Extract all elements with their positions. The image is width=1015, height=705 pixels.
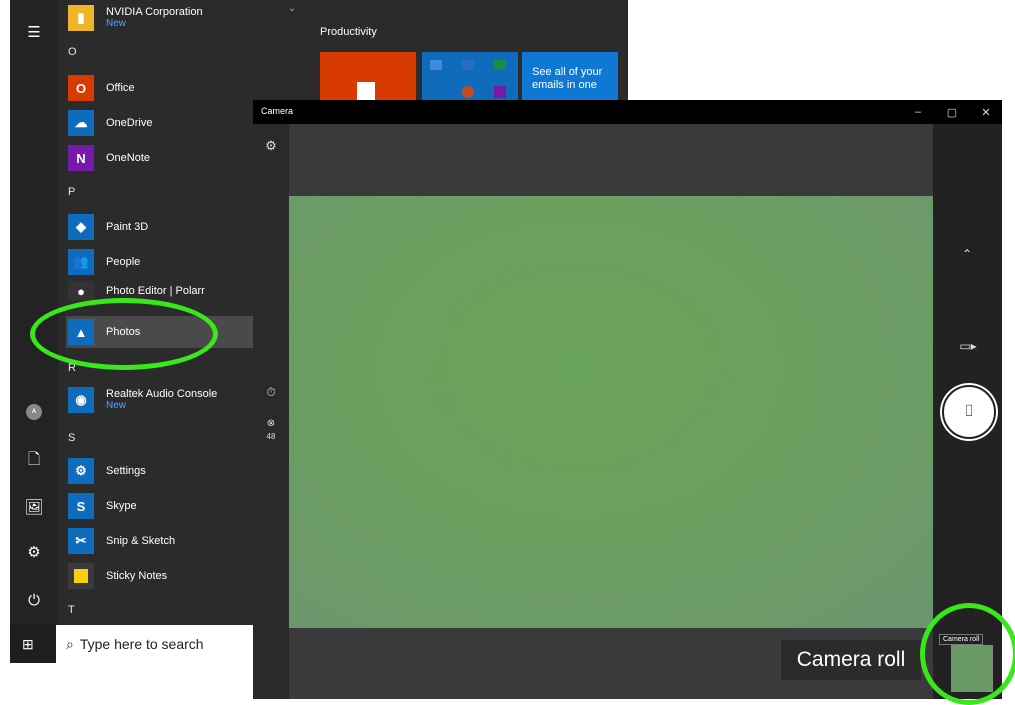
close-icon[interactable]: ✕ bbox=[977, 103, 995, 121]
camera-roll-thumbnail[interactable] bbox=[951, 645, 993, 692]
window-title: Camera bbox=[261, 106, 294, 116]
hamburger-menu-icon[interactable]: ☰ bbox=[22, 20, 46, 44]
app-label: OneNote bbox=[106, 152, 151, 164]
new-badge: New bbox=[106, 400, 127, 411]
letter-header[interactable]: S bbox=[68, 432, 75, 444]
settings-gear-icon[interactable]: ⚙ bbox=[22, 540, 46, 564]
app-label: Paint 3D bbox=[106, 221, 149, 233]
camera-left-toolbar bbox=[253, 124, 289, 699]
app-label: Photos bbox=[106, 326, 141, 338]
camera-window: Camera – ▢ ✕ ⚙ ⏱ ⊗ 48 ⌃ ▭▸ ⌷ Camera roll… bbox=[253, 100, 1002, 699]
chevron-down-icon[interactable]: ⌄ bbox=[288, 3, 296, 14]
app-photo-editor[interactable]: ● Photo Editor | Polarr bbox=[66, 281, 258, 301]
photo-timer-icon[interactable]: ⏱ bbox=[261, 382, 281, 402]
excel-icon bbox=[494, 60, 506, 70]
paint3d-icon: ◆ bbox=[68, 214, 94, 240]
preview-letterbox-top bbox=[289, 124, 933, 196]
office-icon: O bbox=[68, 75, 94, 101]
app-office[interactable]: O Office bbox=[66, 72, 258, 104]
settings-icon: ⚙ bbox=[68, 458, 94, 484]
take-photo-button[interactable]: ⌷ bbox=[942, 385, 996, 439]
letter-header[interactable]: P bbox=[68, 186, 75, 198]
app-onenote[interactable]: N OneNote bbox=[66, 142, 258, 174]
app-settings[interactable]: ⚙ Settings bbox=[66, 455, 258, 487]
powerpoint-icon bbox=[462, 86, 474, 98]
power-icon[interactable]: ⏻ bbox=[22, 588, 46, 612]
app-photos[interactable]: ▲ Photos bbox=[66, 316, 266, 348]
realtek-icon: ◉ bbox=[68, 387, 94, 413]
windows-start-icon[interactable]: ⊞ bbox=[22, 636, 38, 652]
office-apps-tile[interactable] bbox=[422, 52, 518, 100]
app-label: Realtek Audio Console bbox=[106, 388, 218, 400]
app-label: Photo Editor | Polarr bbox=[106, 285, 205, 297]
app-list: ▮ NVIDIA Corporation New O O Office ☁ One… bbox=[58, 0, 266, 625]
camera-roll-tooltip: Camera roll bbox=[939, 634, 984, 645]
letter-header[interactable]: R bbox=[68, 362, 76, 374]
onedrive-icon: ☁ bbox=[68, 110, 94, 136]
start-rail: ☰ ᴬ 🗋 🖼 ⚙ ⏻ bbox=[10, 0, 58, 625]
letter-header[interactable]: O bbox=[68, 46, 77, 58]
camera-roll-label: Camera roll bbox=[781, 640, 921, 680]
camera-icon: ⌷ bbox=[964, 403, 974, 420]
exposure-icon[interactable]: ⊗ bbox=[261, 416, 281, 430]
documents-icon[interactable]: 🗋 bbox=[22, 449, 46, 473]
app-label: NVIDIA Corporation bbox=[106, 6, 203, 18]
video-mode-icon[interactable]: ▭▸ bbox=[957, 336, 979, 356]
app-paint3d[interactable]: ◆ Paint 3D bbox=[66, 211, 258, 243]
office-tile[interactable] bbox=[320, 52, 416, 100]
mail-tile[interactable]: See all of your emails in one bbox=[522, 52, 618, 100]
camera-preview bbox=[289, 196, 933, 628]
people-icon: 👥 bbox=[68, 249, 94, 275]
app-snip-sketch[interactable]: ✂ Snip & Sketch bbox=[66, 525, 258, 557]
search-placeholder[interactable]: Type here to search bbox=[80, 636, 204, 652]
app-nvidia[interactable]: ▮ NVIDIA Corporation New bbox=[66, 2, 258, 34]
nvidia-icon: ▮ bbox=[68, 5, 94, 31]
app-onedrive[interactable]: ☁ OneDrive bbox=[66, 107, 258, 139]
user-avatar-icon[interactable]: ᴬ bbox=[22, 400, 46, 424]
app-label: Skype bbox=[106, 500, 137, 512]
app-sticky-notes[interactable]: Sticky Notes bbox=[66, 560, 258, 592]
app-skype[interactable]: S Skype bbox=[66, 490, 258, 522]
camera-title-bar: Camera – ▢ ✕ bbox=[253, 100, 1002, 124]
app-label: Office bbox=[106, 82, 135, 94]
polarr-icon: ● bbox=[68, 281, 94, 301]
app-label: OneDrive bbox=[106, 117, 153, 129]
word-icon bbox=[462, 60, 474, 70]
tiles-group-header: Productivity bbox=[320, 26, 377, 38]
pictures-icon[interactable]: 🖼 bbox=[22, 495, 46, 519]
app-label: Settings bbox=[106, 465, 146, 477]
snip-sketch-icon: ✂ bbox=[68, 528, 94, 554]
app-label: Snip & Sketch bbox=[106, 535, 176, 547]
onenote-icon: N bbox=[68, 145, 94, 171]
search-icon: ⌕ bbox=[66, 635, 74, 652]
app-label: Sticky Notes bbox=[106, 570, 168, 582]
office-logo-icon bbox=[357, 82, 375, 100]
outlook-icon bbox=[430, 60, 442, 70]
skype-icon: S bbox=[68, 493, 94, 519]
app-realtek[interactable]: ◉ Realtek Audio Console New bbox=[66, 384, 258, 416]
exposure-value: 48 bbox=[266, 431, 276, 441]
search-box[interactable]: ⌕ Type here to search bbox=[56, 625, 256, 663]
chevron-up-icon[interactable]: ⌃ bbox=[957, 244, 977, 264]
letter-header[interactable]: T bbox=[68, 604, 75, 616]
onenote-small-icon bbox=[494, 86, 506, 98]
app-label: People bbox=[106, 256, 141, 268]
sticky-notes-icon bbox=[68, 563, 94, 589]
photos-icon: ▲ bbox=[68, 319, 94, 345]
new-badge: New bbox=[106, 18, 127, 29]
maximize-icon[interactable]: ▢ bbox=[943, 103, 961, 121]
camera-settings-gear-icon[interactable]: ⚙ bbox=[261, 136, 281, 156]
minimize-icon[interactable]: – bbox=[909, 103, 927, 121]
app-people[interactable]: 👥 People bbox=[66, 246, 258, 278]
